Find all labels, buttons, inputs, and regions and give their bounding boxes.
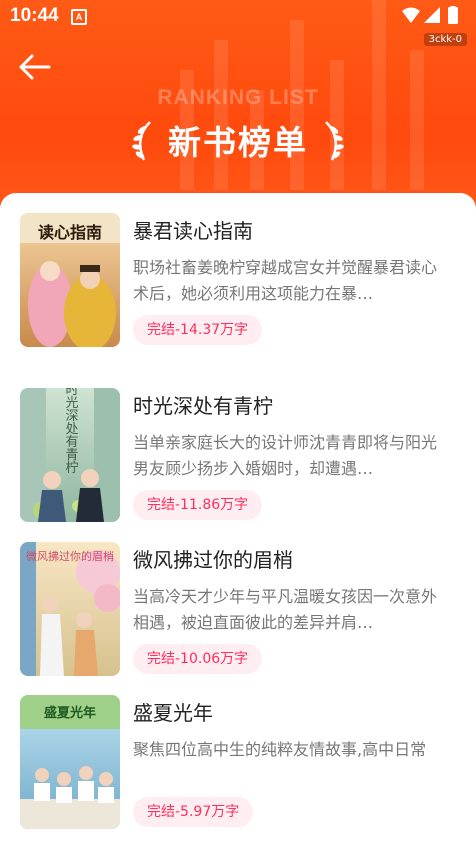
book-item[interactable]: 时光深处有青柠 时光深处有青柠 当单亲家庭长大的设计师沈青青即将与阳光男友顾少扬… [20, 388, 460, 524]
book-list: 读心指南 暴君读心指南 职场社畜姜晚柠穿越成宫女并觉醒暴君读心术后，她必须利用这… [0, 193, 476, 853]
book-cover: 时光深处有青柠 [20, 388, 120, 522]
book-item[interactable]: 读心指南 暴君读心指南 职场社畜姜晚柠穿越成宫女并觉醒暴君读心术后，她必须利用这… [20, 213, 460, 349]
battery-icon [448, 7, 458, 24]
notification-icon: A [71, 9, 87, 25]
book-description: 当单亲家庭长大的设计师沈青青即将与阳光男友顾少扬步入婚姻时，却遭遇… [133, 433, 438, 478]
signal-icon [424, 7, 440, 23]
book-cover: 盛夏光年 [20, 695, 120, 829]
system-status-icons [402, 6, 458, 24]
status-badge: 完结-14.37万字 [133, 315, 263, 345]
book-cover: 微风拂过你的眉梢 [20, 542, 120, 676]
book-description: 职场社畜姜晚柠穿越成宫女并觉醒暴君读心术后，她必须利用这项能力在暴… [133, 258, 438, 303]
svg-text:微风拂过你的眉梢: 微风拂过你的眉梢 [26, 549, 114, 563]
book-title: 时光深处有青柠 [133, 394, 273, 418]
svg-text:读心指南: 读心指南 [38, 223, 102, 242]
book-title: 暴君读心指南 [133, 219, 253, 243]
status-badge: 完结-11.86万字 [133, 490, 263, 520]
status-bar: 10:44 A [0, 0, 476, 32]
build-tag: 3ckk-0 [423, 33, 467, 46]
arrow-left-icon [19, 54, 51, 80]
book-item[interactable]: 盛夏光年 盛夏光年 聚焦四位高中生的纯粹友情故事,高中日常 完结-5.97万字 [20, 695, 460, 831]
page-title: 新书榜单 [168, 123, 308, 162]
status-badge: 完结-5.97万字 [133, 797, 254, 827]
status-badge: 完结-10.06万字 [133, 644, 263, 674]
svg-text:盛夏光年: 盛夏光年 [44, 705, 96, 721]
ranking-list-watermark: RANKING LIST [157, 86, 319, 109]
decorative-stripe [214, 40, 228, 190]
svg-text:时光深处有青柠: 时光深处有青柠 [63, 388, 79, 474]
book-description: 当高冷天才少年与平凡温暖女孩因一次意外相遇，被迫直面彼此的差异并肩… [133, 587, 438, 632]
book-cover: 读心指南 [20, 213, 120, 347]
wifi-icon [402, 7, 420, 23]
book-item[interactable]: 微风拂过你的眉梢 微风拂过你的眉梢 当高冷天才少年与平凡温暖女孩因一次意外相遇，… [20, 542, 460, 678]
status-time: 10:44 [10, 5, 59, 26]
book-title: 微风拂过你的眉梢 [133, 548, 293, 572]
book-description: 聚焦四位高中生的纯粹友情故事,高中日常 [133, 740, 427, 759]
back-button[interactable] [18, 52, 54, 82]
book-title: 盛夏光年 [133, 701, 213, 725]
